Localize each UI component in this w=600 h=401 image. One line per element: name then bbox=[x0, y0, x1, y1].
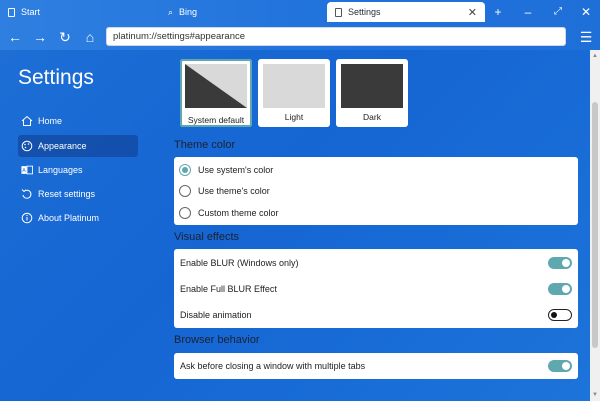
setting-label: Ask before closing a window with multipl… bbox=[180, 361, 366, 371]
back-button[interactable]: ← bbox=[5, 27, 25, 47]
theme-preview-system bbox=[185, 64, 247, 108]
forward-button[interactable]: → bbox=[30, 27, 50, 47]
setting-label: Enable BLUR (Windows only) bbox=[180, 258, 299, 268]
new-tab-button[interactable]: + bbox=[490, 4, 506, 20]
info-icon bbox=[21, 212, 33, 224]
toggle-enable-full-blur[interactable] bbox=[548, 283, 572, 295]
sidebar-item-label: Home bbox=[38, 116, 63, 126]
theme-card-system-default[interactable]: System default bbox=[180, 59, 252, 127]
radio-button[interactable] bbox=[179, 185, 191, 197]
theme-preview-light bbox=[263, 64, 325, 108]
toggle-ask-before-closing[interactable] bbox=[548, 360, 572, 372]
page-icon bbox=[8, 7, 15, 17]
radio-label: Use system's color bbox=[198, 165, 274, 175]
home-button[interactable]: ⌂ bbox=[80, 27, 100, 47]
browser-behavior-panel: Ask before closing a window with multipl… bbox=[174, 353, 578, 379]
setting-disable-animation: Disable animation bbox=[174, 303, 578, 327]
setting-label: Enable Full BLUR Effect bbox=[180, 284, 277, 294]
theme-color-panel: Use system's color Use theme's color Cus… bbox=[174, 157, 578, 225]
svg-text:A: A bbox=[22, 168, 26, 174]
radio-use-theme-color[interactable]: Use theme's color bbox=[174, 179, 578, 203]
sidebar-item-label: Reset settings bbox=[38, 189, 96, 199]
reset-icon bbox=[21, 188, 33, 200]
tab-start[interactable]: Start bbox=[0, 2, 150, 22]
setting-enable-blur: Enable BLUR (Windows only) bbox=[174, 251, 578, 275]
radio-label: Use theme's color bbox=[198, 186, 270, 196]
sidebar-item-label: Languages bbox=[38, 165, 83, 175]
page-title: Settings bbox=[18, 66, 94, 89]
sidebar-item-label: Appearance bbox=[38, 141, 87, 151]
toggle-enable-blur[interactable] bbox=[548, 257, 572, 269]
radio-button[interactable] bbox=[179, 207, 191, 219]
tab-bing[interactable]: ⌕ Bing bbox=[160, 2, 310, 22]
close-window-button[interactable]: ✕ bbox=[578, 4, 594, 20]
vertical-scrollbar[interactable]: ▲ ▼ bbox=[590, 50, 600, 401]
setting-enable-full-blur: Enable Full BLUR Effect bbox=[174, 277, 578, 301]
page-icon bbox=[335, 7, 342, 17]
radio-custom-theme-color[interactable]: Custom theme color bbox=[174, 201, 578, 225]
toggle-disable-animation[interactable] bbox=[548, 309, 572, 321]
setting-label: Disable animation bbox=[180, 310, 252, 320]
section-title-browser-behavior: Browser behavior bbox=[174, 334, 260, 346]
tab-label: Bing bbox=[179, 7, 198, 17]
visual-effects-panel: Enable BLUR (Windows only) Enable Full B… bbox=[174, 249, 578, 328]
theme-label: Light bbox=[284, 112, 304, 122]
tab-settings[interactable]: Settings ✕ bbox=[327, 2, 485, 22]
navigation-bar: ← → ↻ ⌂ platinum://settings#appearance ☰ bbox=[0, 24, 600, 50]
close-tab-icon[interactable]: ✕ bbox=[468, 6, 477, 19]
tab-label: Settings bbox=[348, 7, 381, 17]
maximize-button[interactable]: ⤢ bbox=[550, 4, 566, 20]
sidebar-item-languages[interactable]: A Languages bbox=[18, 159, 138, 181]
sidebar-item-appearance[interactable]: Appearance bbox=[18, 135, 138, 157]
address-bar[interactable]: platinum://settings#appearance bbox=[106, 27, 566, 46]
section-title-visual-effects: Visual effects bbox=[174, 231, 240, 243]
sidebar-item-home[interactable]: Home bbox=[18, 110, 138, 132]
scroll-down-icon[interactable]: ▼ bbox=[590, 391, 600, 399]
reload-button[interactable]: ↻ bbox=[55, 27, 75, 47]
tab-label: Start bbox=[21, 7, 41, 17]
address-text: platinum://settings#appearance bbox=[113, 31, 246, 42]
tab-bar: Start ⌕ Bing Settings ✕ + – ⤢ ✕ bbox=[0, 0, 600, 24]
sidebar-item-about[interactable]: About Platinum bbox=[18, 207, 138, 229]
theme-preview-dark bbox=[341, 64, 403, 108]
sidebar-item-label: About Platinum bbox=[38, 213, 100, 223]
theme-card-light[interactable]: Light bbox=[258, 59, 330, 127]
theme-card-dark[interactable]: Dark bbox=[336, 59, 408, 127]
home-icon bbox=[21, 115, 33, 127]
theme-label: Dark bbox=[363, 112, 381, 122]
scroll-up-icon[interactable]: ▲ bbox=[590, 52, 600, 60]
setting-ask-before-closing: Ask before closing a window with multipl… bbox=[174, 354, 578, 378]
sidebar-item-reset-settings[interactable]: Reset settings bbox=[18, 183, 138, 205]
language-icon: A bbox=[21, 164, 33, 176]
radio-label: Custom theme color bbox=[198, 208, 279, 218]
radio-button[interactable] bbox=[179, 164, 191, 176]
minimize-button[interactable]: – bbox=[520, 4, 536, 20]
scrollbar-thumb[interactable] bbox=[592, 102, 598, 348]
theme-label: System default bbox=[187, 115, 245, 125]
menu-icon[interactable]: ☰ bbox=[576, 27, 596, 47]
section-title-theme-color: Theme color bbox=[174, 139, 236, 151]
search-icon: ⌕ bbox=[168, 6, 174, 17]
palette-icon bbox=[21, 140, 33, 152]
